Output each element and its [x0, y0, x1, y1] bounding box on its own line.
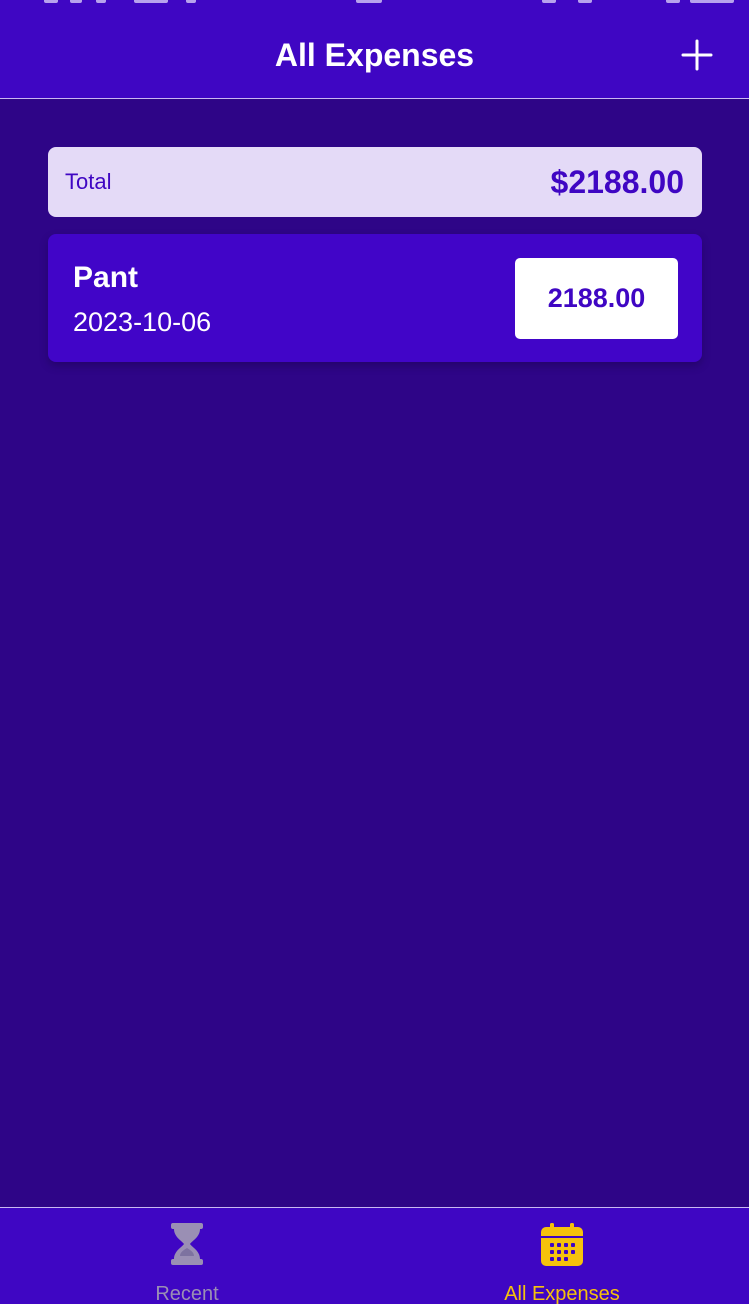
page-title: All Expenses [274, 37, 475, 73]
tab-recent-label: Recent [155, 1283, 219, 1304]
expense-item[interactable]: Pant 2023-10-06 2188.00 [48, 234, 702, 362]
app-screen: All Expenses Total $2188.00 Pant 2023-10… [0, 0, 749, 1304]
tab-recent[interactable]: Recent [0, 1208, 374, 1304]
calendar-icon [541, 1223, 583, 1266]
status-bar [0, 0, 749, 6]
tab-all-expenses[interactable]: All Expenses [375, 1208, 749, 1304]
expense-amount-box: 2188.00 [515, 258, 678, 339]
expense-amount: 2188.00 [547, 283, 646, 313]
expense-description: Pant [73, 261, 139, 294]
plus-icon [681, 39, 713, 71]
tab-all-expenses-label: All Expenses [504, 1283, 620, 1304]
expense-date: 2023-10-06 [73, 307, 212, 337]
bottom-tab-bar: Recent All Expenses [0, 1207, 749, 1304]
add-expense-button[interactable] [676, 34, 718, 76]
hourglass-icon [171, 1223, 203, 1265]
summary-label: Total [65, 169, 112, 194]
header-bar: All Expenses [0, 0, 749, 99]
expenses-summary: Total $2188.00 [48, 147, 702, 217]
summary-total: $2188.00 [550, 164, 684, 200]
